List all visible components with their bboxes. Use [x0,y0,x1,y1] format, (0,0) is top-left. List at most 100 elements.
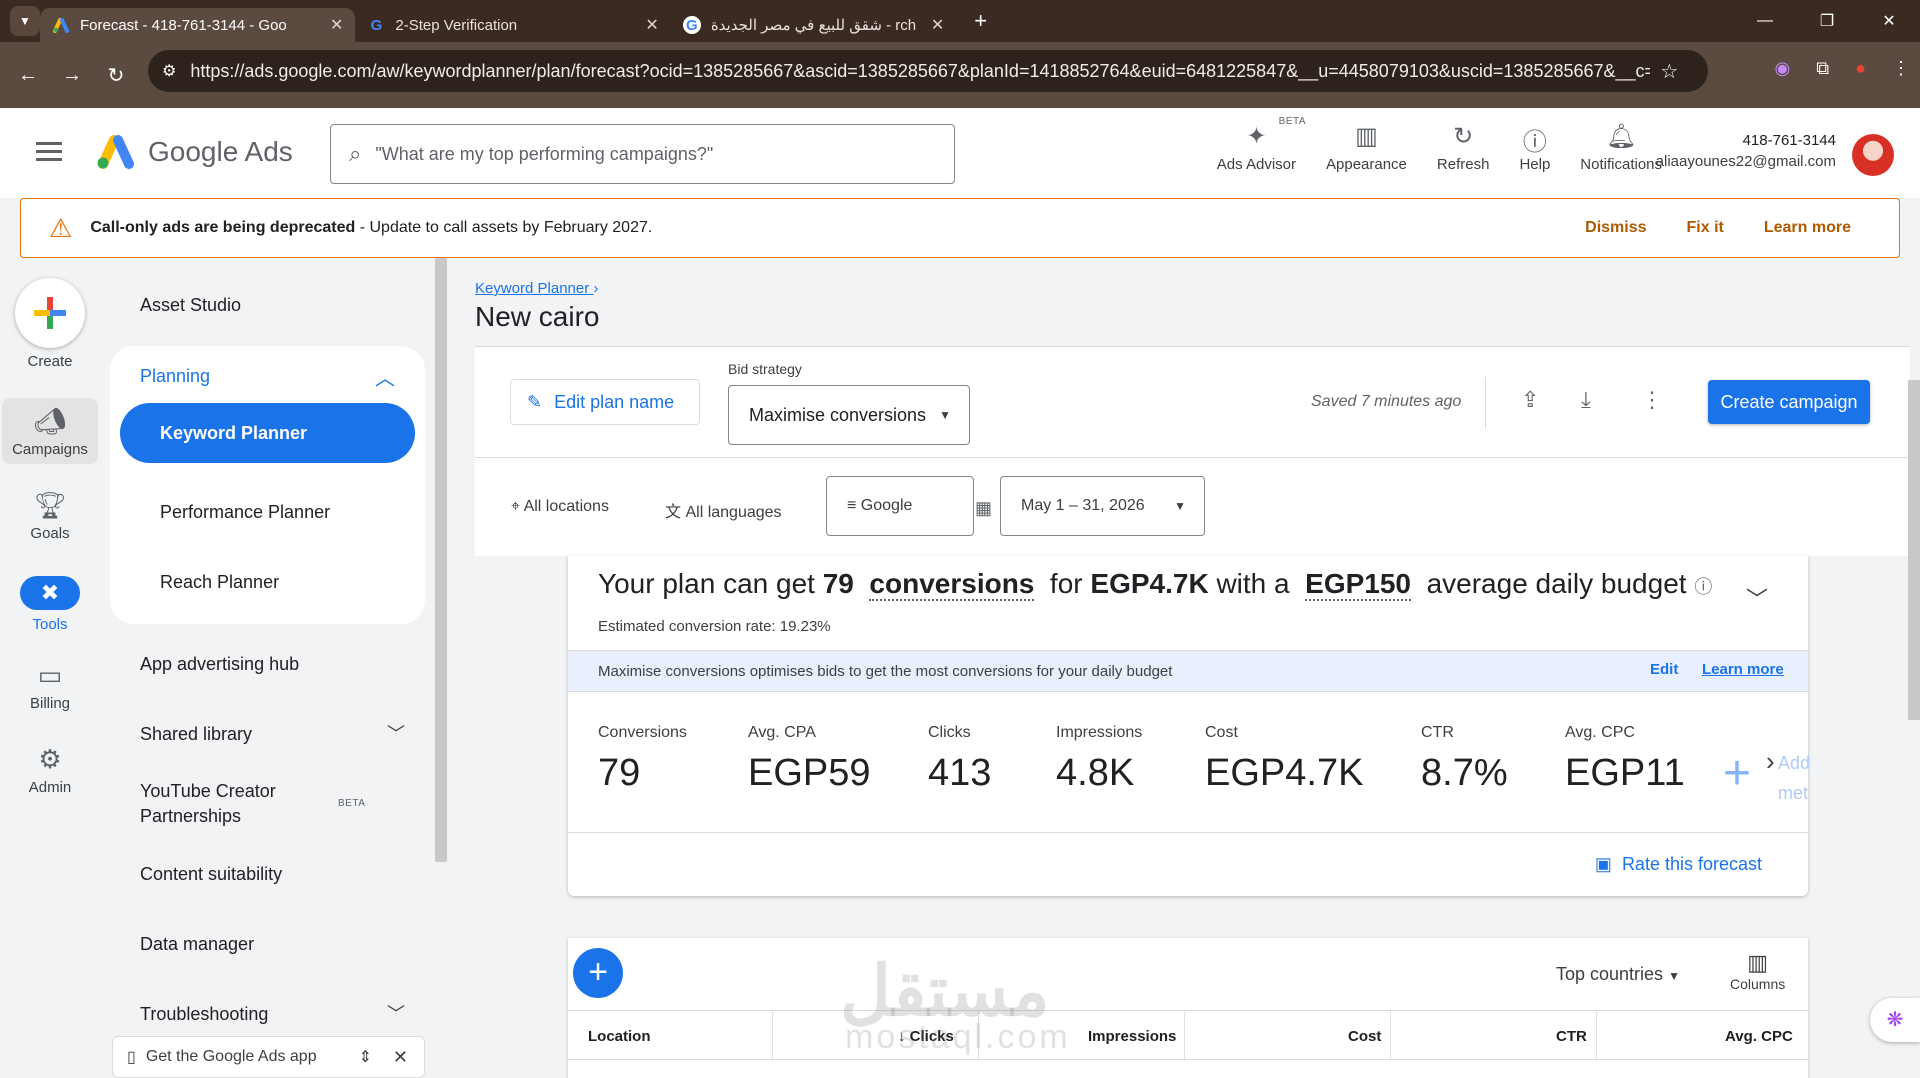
more-options-icon[interactable]: ⋮ [1641,387,1663,413]
expand-icon[interactable]: ⇕ [359,1047,372,1067]
edit-plan-name-button[interactable]: ✎ Edit plan name [510,379,700,425]
bid-strategy-select[interactable]: Maximise conversions ▼ [728,385,970,445]
headline-conversions-metric[interactable]: conversions [869,568,1035,601]
rail-goals[interactable]: 🏆︎ Goals [0,490,100,542]
appearance-button[interactable]: ▥ Appearance [1326,122,1407,173]
metric-conversions[interactable]: Conversions 79 [598,724,687,795]
calendar-icon[interactable]: ▦ [975,498,992,519]
metric-impressions[interactable]: Impressions 4.8K [1056,724,1142,795]
close-window-icon[interactable]: ✕ [1858,11,1920,31]
account-info[interactable]: 418-761-3144 aliaayounes22@gmail.com [1656,132,1836,170]
rail-campaigns[interactable]: 📣︎ Campaigns [2,398,98,464]
nav-asset-studio[interactable]: Asset Studio [140,295,241,316]
rail-admin[interactable]: ⚙ Admin [0,744,100,796]
chevron-down-icon[interactable]: ﹀ [387,1000,405,1026]
close-tab-icon[interactable]: ✕ [330,15,343,35]
bookmark-star-icon[interactable]: ☆ [1660,59,1678,84]
help-button[interactable]: ⓘ Help [1519,122,1550,173]
column-header-ctr[interactable]: CTR [1556,1028,1587,1045]
column-header-cost[interactable]: Cost [1348,1028,1381,1045]
add-location-button[interactable]: + [573,948,623,998]
columns-button[interactable]: ▥ Columns [1730,950,1785,992]
nav-troubleshooting[interactable]: Troubleshooting [140,1004,268,1025]
close-tab-icon[interactable]: ✕ [645,15,658,35]
metric-ctr[interactable]: CTR 8.7% [1421,724,1508,795]
chevron-up-icon[interactable]: ︿ [375,362,395,391]
metric-avg-cpa[interactable]: Avg. CPA EGP59 [748,724,871,795]
gemini-extension-icon[interactable]: ◉ [1775,58,1791,79]
top-countries-select[interactable]: Top countries ▼ [1556,964,1680,985]
get-app-banner[interactable]: ▯ Get the Google Ads app ⇕ ✕ [112,1036,425,1078]
close-tab-icon[interactable]: ✕ [931,15,944,35]
planning-header[interactable]: Planning [140,366,210,387]
help-icon[interactable]: ⓘ [1694,577,1712,597]
forward-icon[interactable]: → [50,64,94,87]
locations-filter[interactable]: ⌖ All locations [511,498,609,516]
chevron-right-icon[interactable]: › [1766,746,1775,777]
refresh-button[interactable]: ↻ Refresh [1437,122,1490,173]
metric-value: 79 [598,752,641,794]
minimize-icon[interactable]: — [1734,12,1796,30]
browser-tab-search[interactable]: G شقق للبيع في مصر الجديدة - rch ✕ [671,8,956,42]
column-header-location[interactable]: Location [588,1028,651,1045]
tab-search-button[interactable]: ▼ [10,6,40,36]
profile-avatar-icon[interactable]: ● [1855,58,1866,79]
browser-tab-forecast[interactable]: Forecast - 418-761-3144 - Goo ✕ [40,8,356,42]
menu-icon[interactable] [36,142,62,166]
headline-budget[interactable]: EGP150 [1305,568,1412,601]
sidenav-scrollbar[interactable] [435,258,447,862]
download-icon[interactable]: ⤓ [1581,387,1591,413]
rail-billing[interactable]: ▭ Billing [0,660,100,712]
create-campaign-button[interactable]: Create campaign [1708,380,1870,424]
notifications-button[interactable]: 🔔︎ Notifications [1580,122,1662,173]
learn-more-link[interactable]: Learn more [1764,219,1851,237]
nav-youtube-creator-2[interactable]: Partnerships [140,806,241,827]
nav-reach-planner[interactable]: Reach Planner [160,572,279,593]
chevron-down-icon[interactable]: ﹀ [1746,582,1768,614]
fix-it-button[interactable]: Fix it [1687,219,1724,237]
metric-avg-cpc[interactable]: Avg. CPC EGP11 [1565,724,1685,795]
nav-performance-planner[interactable]: Performance Planner [160,502,330,523]
nav-data-manager[interactable]: Data manager [140,934,254,955]
chevron-down-icon[interactable]: ﹀ [387,720,405,746]
column-header-impressions[interactable]: Impressions [1088,1028,1176,1045]
breadcrumb[interactable]: Keyword Planner › [475,280,598,297]
search-input[interactable]: ⌕ "What are my top performing campaigns?… [330,124,955,184]
date-range-select[interactable]: May 1 – 31, 2026 ▼ [1000,476,1205,536]
new-tab-icon[interactable]: + [974,8,987,34]
metric-cost[interactable]: Cost EGP4.7K [1205,724,1363,795]
nav-app-advertising-hub[interactable]: App advertising hub [140,654,299,675]
metric-clicks[interactable]: Clicks 413 [928,724,991,795]
create-button[interactable] [15,278,85,348]
languages-filter[interactable]: 文 All languages [665,498,782,522]
nav-content-suitability[interactable]: Content suitability [140,864,282,885]
main-scrollbar[interactable] [1908,380,1920,720]
site-info-icon[interactable]: ⚙ [162,61,176,81]
back-icon[interactable]: ← [6,64,50,87]
url-bar[interactable]: ⚙ https://ads.google.com/aw/keywordplann… [148,50,1708,92]
edit-link[interactable]: Edit [1650,661,1678,678]
nav-keyword-planner[interactable]: Keyword Planner [120,403,415,463]
ads-advisor-button[interactable]: ✦ BETA Ads Advisor [1217,116,1306,173]
rate-forecast-button[interactable]: ▣ Rate this forecast [1595,854,1762,875]
reload-icon[interactable]: ↻ [94,63,138,88]
gemini-sparkle-icon[interactable]: ❋ [1870,998,1920,1042]
nav-shared-library[interactable]: Shared library [140,724,252,745]
google-ads-logo[interactable]: Google Ads [96,134,293,170]
browser-menu-icon[interactable]: ⋮ [1892,58,1910,79]
avatar[interactable] [1852,134,1894,176]
nav-youtube-creator-1[interactable]: YouTube Creator [140,781,276,802]
column-header-avg-cpc[interactable]: Avg. CPC [1725,1028,1793,1045]
restore-icon[interactable]: ❐ [1796,11,1858,31]
rail-tools[interactable]: ✖ Tools [0,576,100,633]
learn-more-link[interactable]: Learn more [1702,661,1784,678]
share-icon[interactable]: ⇪ [1521,387,1539,413]
breadcrumb-keyword-planner[interactable]: Keyword Planner [475,280,589,297]
add-metric-icon[interactable]: + [1723,746,1751,801]
extensions-puzzle-icon[interactable]: ⧉ [1816,58,1829,79]
network-filter[interactable]: ≡ Google [826,476,974,536]
close-icon[interactable]: ✕ [393,1047,408,1068]
add-metric-label[interactable]: Add met [1778,748,1810,808]
dismiss-button[interactable]: Dismiss [1585,219,1646,237]
browser-tab-2sv[interactable]: G 2-Step Verification ✕ [355,8,670,42]
